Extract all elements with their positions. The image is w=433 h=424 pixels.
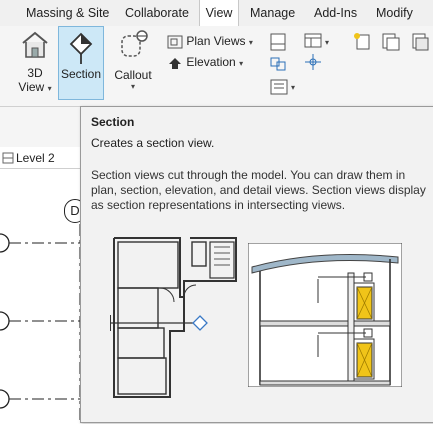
section-tooltip: Section Creates a section view. Section … [80,106,433,423]
section-icon [69,32,93,64]
chevron-down-icon: ▾ [248,38,253,47]
tab-add-ins[interactable]: Add-Ins [314,0,357,26]
ribbon-small-tools: ▾ ▾ [270,33,429,95]
tab-manage[interactable]: Manage [250,0,295,26]
snap-icon[interactable] [305,54,321,70]
3d-view-label: 3D [27,66,43,80]
3d-view-sub: View [18,80,45,94]
new-view-icon[interactable] [354,33,370,50]
tooltip-title: Section [91,115,135,129]
ribbon-panel: 3D View ▾ Section Callout ▾ Plan Views ▾ [0,26,433,107]
panel-strip [0,107,80,147]
schedule-icon[interactable] [304,33,322,48]
tab-collaborate[interactable]: Collaborate [125,0,189,26]
tooltip-summary: Creates a section view. [91,136,215,150]
elevation-button[interactable]: Elevation ▾ [167,53,263,71]
callout-button[interactable]: Callout ▾ [110,28,156,100]
floor-plan-icon [2,152,14,164]
ribbon-tab-bar: Massing & Site Collaborate View Manage A… [0,0,433,27]
chevron-down-icon: ▾ [130,82,135,91]
plan-views-button[interactable]: Plan Views ▾ [167,32,263,50]
3d-view-button[interactable]: 3D View ▾ [14,28,56,100]
view-tab-label: Level 2 [16,151,55,165]
section-plan-illustration [110,235,244,403]
section-label: Section [60,67,102,81]
elevation-icon [169,57,181,69]
tab-modify[interactable]: Modify [376,0,413,26]
grid-bubble-label: D [70,203,80,218]
callout-icon [121,30,148,57]
section-view-illustration [248,243,402,387]
section-button[interactable]: Section [58,26,104,100]
view-tab-level-2[interactable]: Level 2 [0,148,81,168]
tab-view[interactable]: View [199,0,239,26]
svg-text:▾: ▾ [325,38,329,47]
sheet-icon[interactable] [270,33,286,51]
tooltip-description: Section views cut through the model. You… [91,168,426,212]
svg-text:▾: ▾ [291,83,295,92]
chevron-down-icon: ▾ [239,59,244,68]
view-template-icon[interactable] [412,33,429,51]
callout-label: Callout [114,68,152,82]
legend-icon[interactable] [270,79,288,95]
tab-massing-site[interactable]: Massing & Site [26,0,109,26]
plan-views-label: Plan Views [186,34,246,48]
3d-view-sublabel: View ▾ [14,80,56,96]
plan-views-icon [167,35,183,49]
align-icon[interactable] [270,57,286,71]
elevation-label: Elevation [186,55,236,69]
duplicate-view-icon[interactable] [382,33,400,51]
house-3d-icon [22,31,48,58]
chevron-down-icon: ▾ [47,84,52,93]
